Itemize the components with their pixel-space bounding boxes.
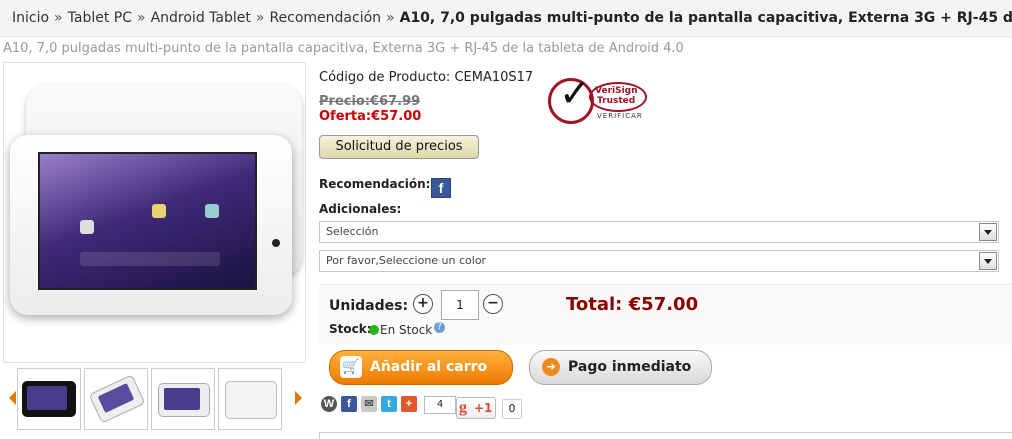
- thumbnail-2[interactable]: [84, 368, 148, 430]
- in-stock-icon: [369, 325, 379, 335]
- cart-icon: 🛒: [340, 356, 362, 378]
- product-subtitle: A10, 7,0 pulgadas multi-punto de la pant…: [3, 41, 684, 56]
- request-price-button[interactable]: Solicitud de precios: [319, 135, 479, 159]
- breadcrumb-recomendacion[interactable]: Recomendación: [269, 10, 381, 26]
- tablet-front-image: [10, 135, 292, 315]
- stock-value: En Stock: [380, 323, 433, 337]
- options-select[interactable]: Selección: [319, 221, 999, 243]
- product-main-image[interactable]: [3, 62, 306, 363]
- thumbnail-1[interactable]: [17, 368, 81, 430]
- seal-line1: VeriSign: [595, 86, 638, 96]
- help-icon[interactable]: ?: [434, 322, 445, 333]
- color-select-value: Por favor,Seleccione un color: [326, 254, 487, 267]
- seal-line2: Trusted: [597, 96, 636, 106]
- google-plus-button[interactable]: g +1: [456, 397, 496, 419]
- gplus-count: 0: [502, 399, 522, 419]
- addthis-icon[interactable]: +: [401, 396, 417, 412]
- twitter-icon[interactable]: t: [381, 396, 397, 412]
- offer-price: Oferta:€57.00: [319, 109, 422, 124]
- recommend-label: Recomendación:: [319, 177, 431, 191]
- breadcrumb-bar: Inicio» Tablet PC» Android Tablet» Recomend…: [0, 0, 1012, 37]
- total-price: Total: €57.00: [566, 294, 699, 315]
- arrow-right-icon: ➜: [542, 358, 560, 376]
- breadcrumb-current: A10, 7,0 pulgadas multi-punto de la pant…: [399, 10, 1012, 26]
- color-select[interactable]: Por favor,Seleccione un color: [319, 250, 999, 272]
- options-select-value: Selección: [326, 225, 379, 238]
- breadcrumb-inicio[interactable]: Inicio: [12, 10, 49, 26]
- facebook-icon[interactable]: f: [431, 178, 451, 198]
- wordpress-icon[interactable]: W: [321, 396, 337, 412]
- camera-dot: [272, 239, 280, 247]
- quantity-input[interactable]: 1: [441, 290, 479, 320]
- app-icon: [152, 204, 166, 218]
- add-to-cart-button[interactable]: 🛒 Añadir al carro: [329, 350, 513, 385]
- facebook-share-icon[interactable]: f: [341, 396, 357, 412]
- check-icon: ✓: [559, 71, 591, 115]
- breadcrumb-android-tablet[interactable]: Android Tablet: [151, 10, 251, 26]
- google-plus-icon: g: [459, 399, 467, 416]
- prev-arrow-icon[interactable]: [9, 391, 16, 405]
- old-price: Precio:€67.99: [319, 94, 421, 109]
- chevron-down-icon[interactable]: [979, 252, 997, 270]
- app-icon: [205, 204, 219, 218]
- breadcrumb-separator: »: [255, 10, 265, 26]
- thumbnail-3[interactable]: [151, 368, 215, 430]
- gplus-label: +1: [474, 401, 493, 415]
- breadcrumb-separator: »: [137, 10, 146, 26]
- stock-label: Stock:: [329, 322, 372, 336]
- chevron-down-icon[interactable]: [979, 223, 997, 241]
- tablet-screen: [38, 152, 257, 290]
- breadcrumb-tablet-pc[interactable]: Tablet PC: [68, 10, 132, 26]
- add-to-cart-label: Añadir al carro: [370, 359, 488, 375]
- tablet-dock: [80, 252, 220, 266]
- buy-now-label: Pago inmediato: [568, 359, 692, 375]
- units-label: Unidades:: [329, 298, 409, 314]
- product-code: Código de Producto: CEMA10S17: [319, 70, 534, 85]
- increase-button[interactable]: +: [413, 294, 433, 314]
- decrease-button[interactable]: −: [483, 294, 503, 314]
- email-icon[interactable]: ✉: [361, 396, 377, 412]
- next-arrow-icon[interactable]: [295, 391, 302, 405]
- thumbnail-strip: [3, 366, 304, 432]
- breadcrumb: Inicio» Tablet PC» Android Tablet» Recomend…: [12, 10, 1012, 26]
- breadcrumb-separator: »: [386, 10, 395, 26]
- thumbnail-4[interactable]: [218, 368, 282, 430]
- breadcrumb-separator: »: [54, 10, 63, 26]
- buy-now-button[interactable]: ➜ Pago inmediato: [529, 350, 712, 385]
- app-icon: [80, 220, 94, 234]
- additional-label: Adicionales:: [319, 202, 402, 216]
- share-counter: 4: [424, 396, 456, 414]
- seal-verify[interactable]: VERIFICAR: [597, 112, 643, 120]
- verisign-seal[interactable]: ✓ VeriSign Trusted VERIFICAR: [545, 72, 649, 124]
